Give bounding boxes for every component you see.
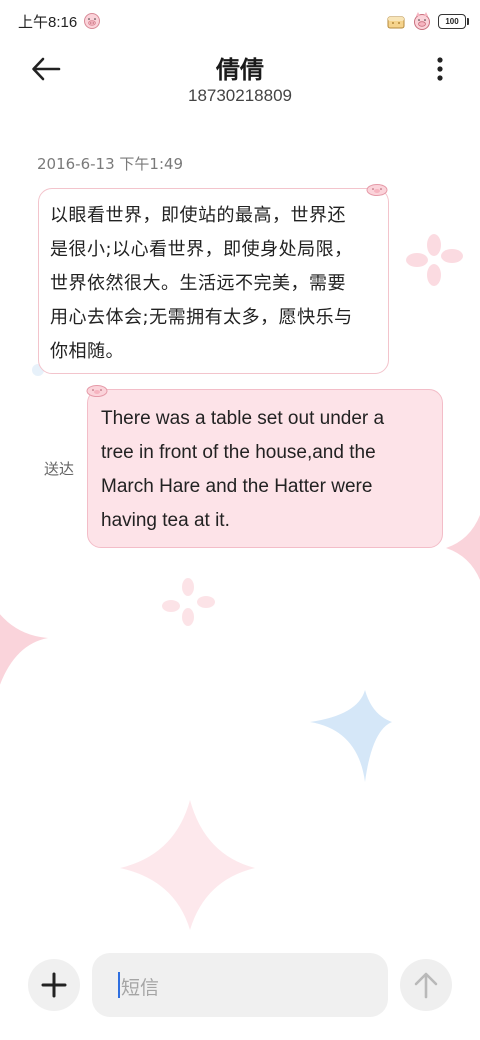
outgoing-message-bubble[interactable]: There was a table set out under a tree i… — [87, 389, 443, 548]
plus-icon — [41, 972, 67, 998]
arrow-up-icon — [414, 972, 438, 999]
cake-icon — [387, 16, 405, 29]
battery-icon: 100 — [438, 13, 469, 29]
add-attachment-button[interactable] — [28, 959, 80, 1011]
message-line: 以眼看世界，即使站的最高，世界还 — [50, 205, 346, 226]
message-line: March Hare and the Hatter were — [101, 476, 373, 497]
message-line: 是很小;以心看世界，即使身处局限， — [50, 239, 353, 260]
pig-sticker-icon — [366, 184, 388, 196]
send-button[interactable] — [400, 959, 452, 1011]
vertical-dots-icon[interactable] — [430, 54, 450, 84]
message-line: having tea at it. — [101, 510, 230, 531]
pig-face-icon — [414, 12, 430, 30]
message-line: 你相随。 — [50, 341, 124, 362]
status-icons: 100 — [386, 10, 469, 32]
incoming-message-bubble[interactable]: 以眼看世界，即使站的最高，世界还 是很小;以心看世界，即使身处局限， 世界依然很… — [38, 188, 389, 374]
pig-sticker-icon — [86, 385, 108, 397]
message-line: tree in front of the house,and the — [101, 442, 376, 463]
message-line: 世界依然很大。生活远不完美，需要 — [50, 273, 346, 294]
message-line: 用心去体会;无需拥有太多，愿快乐与 — [50, 307, 353, 328]
text-cursor — [118, 972, 120, 998]
pig-icon — [84, 13, 100, 29]
contact-number: 18730218809 — [187, 86, 292, 105]
message-line: There was a table set out under a — [101, 408, 385, 429]
contact-name: 倩倩 — [216, 56, 264, 84]
delivery-status: 送达 — [44, 460, 75, 478]
message-timestamp: 2016-6-13 下午1:49 — [37, 155, 184, 173]
status-bar: 上午8:16 100 — [0, 0, 480, 40]
message-input-placeholder: 短信 — [121, 977, 160, 999]
status-time: 上午8:16 — [18, 14, 78, 31]
